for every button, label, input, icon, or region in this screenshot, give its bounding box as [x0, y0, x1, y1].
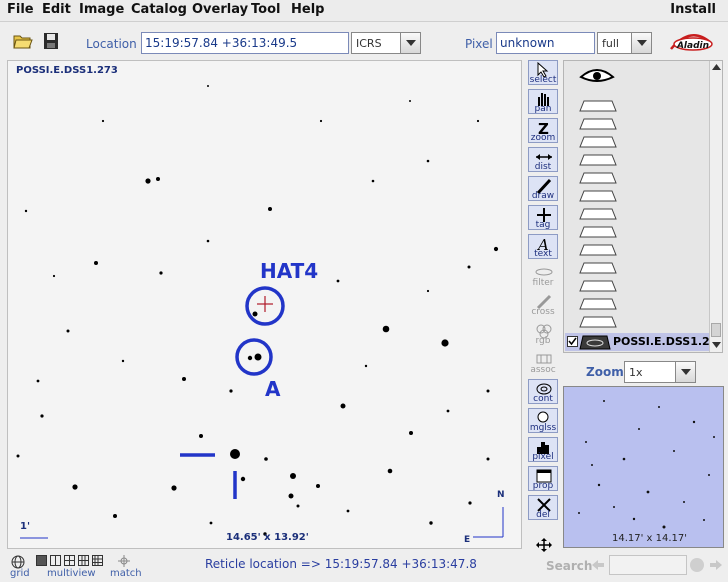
search-input[interactable] — [609, 555, 687, 575]
preview-fov-label: 14.17' x 14.17' — [612, 533, 688, 544]
grid-globe-icon[interactable] — [11, 555, 25, 569]
frame-select[interactable]: ICRS — [351, 32, 421, 54]
search-go-icon[interactable] — [690, 558, 704, 572]
frame-value: ICRS — [356, 37, 382, 50]
del-tool[interactable]: del — [528, 495, 558, 520]
prop-tool[interactable]: prop — [528, 466, 558, 491]
pixel-mode-select[interactable]: full — [597, 32, 652, 54]
filter-tool[interactable]: filter — [528, 263, 558, 288]
chevron-down-icon[interactable] — [675, 362, 695, 382]
compass-east: E — [464, 535, 471, 545]
stack-scrollbar[interactable] — [709, 61, 722, 352]
text-tool[interactable]: A text — [528, 234, 558, 259]
tag-tool[interactable]: tag — [528, 205, 558, 230]
location-label: Location — [86, 37, 137, 51]
open-folder-icon[interactable] — [13, 32, 33, 50]
menu-edit[interactable]: Edit — [42, 2, 71, 17]
pixel-tool[interactable]: pixel — [528, 437, 558, 462]
mglss-tool[interactable]: mglss — [528, 408, 558, 433]
zoom-select[interactable]: 1x — [624, 361, 696, 383]
layer-row-selected[interactable]: POSSI.E.DSS1.27 — [565, 333, 717, 351]
target-marker — [257, 296, 273, 312]
pan-tool[interactable]: pan — [528, 89, 558, 114]
match-icon[interactable] — [117, 555, 131, 568]
menu-file[interactable]: File — [7, 2, 34, 17]
image-view[interactable]: POSSI.E.DSS1.273 HAT4 A N E 1' 14.65' x … — [7, 60, 522, 549]
dist-tool[interactable]: dist — [528, 147, 558, 172]
cross-tool[interactable]: cross — [528, 292, 558, 317]
menu-catalog[interactable]: Catalog — [131, 2, 187, 17]
svg-text:Aladin: Aladin — [676, 41, 709, 51]
menu-overlay[interactable]: Overlay — [192, 2, 248, 17]
pixel-mode-value: full — [602, 37, 619, 50]
search-next-icon[interactable] — [709, 559, 723, 571]
scroll-up-icon[interactable] — [712, 63, 721, 71]
menu-tool[interactable]: Tool — [251, 2, 280, 17]
layer-name: POSSI.E.DSS1.27 — [613, 335, 718, 348]
scale-label: 1' — [20, 521, 31, 532]
menu-help[interactable]: Help — [291, 2, 324, 17]
scroll-thumb[interactable] — [711, 323, 721, 337]
location-input[interactable]: 15:19:57.84 +36:13:49.5 — [141, 32, 349, 54]
preview-stars — [578, 400, 715, 529]
divider-drag-icon[interactable] — [535, 538, 553, 552]
grid-label[interactable]: grid — [10, 568, 30, 579]
zoom-tool[interactable]: Z zoom — [528, 118, 558, 143]
menu-image[interactable]: Image — [79, 2, 124, 17]
zoom-value: 1x — [629, 366, 643, 379]
aladin-logo: Aladin — [670, 34, 713, 51]
tool-panel: select pan Z zoom dist draw tag A text f… — [526, 60, 560, 525]
chevron-down-icon[interactable] — [400, 33, 420, 53]
search-prev-icon[interactable] — [591, 559, 605, 571]
compass — [473, 507, 504, 538]
layer-stack[interactable]: POSSI.E.DSS1.27 — [563, 60, 723, 353]
star-field — [16, 85, 499, 536]
cont-tool[interactable]: cont — [528, 379, 558, 404]
chevron-down-icon[interactable] — [631, 33, 651, 53]
pixel-label: Pixel — [465, 37, 493, 51]
zoom-label: Zoom — [586, 365, 624, 379]
menu-install[interactable]: Install — [670, 2, 716, 17]
layer-slots — [579, 100, 617, 328]
compass-north: N — [497, 490, 505, 500]
multiview-icon[interactable] — [36, 555, 104, 567]
assoc-tool[interactable]: assoc — [528, 350, 558, 375]
fov-label: 14.65' x 13.92' — [226, 532, 309, 543]
galaxy-layer-icon — [579, 335, 611, 350]
location-toolbar: Location 15:19:57.84 +36:13:49.5 ICRS Pi… — [0, 26, 728, 58]
preview-panel[interactable]: 14.17' x 14.17' — [563, 386, 724, 548]
multiview-label[interactable]: multiview — [47, 568, 96, 579]
match-label[interactable]: match — [110, 568, 142, 579]
save-icon[interactable] — [41, 32, 61, 50]
pixel-value-field[interactable]: unknown — [496, 32, 595, 54]
checkbox-checked-icon[interactable] — [567, 336, 578, 347]
scroll-down-icon[interactable] — [712, 341, 721, 349]
reticle-location: Reticle location => 15:19:57.84 +36:13:4… — [205, 557, 477, 571]
select-tool[interactable]: select — [528, 60, 558, 85]
target-label: HAT4 — [260, 259, 319, 283]
sky-image — [16, 85, 504, 539]
rgb-tool[interactable]: rgb — [528, 321, 558, 346]
companion-label: A — [265, 377, 281, 401]
menu-bar: File Edit Image Catalog Overlay Tool Hel… — [0, 0, 728, 22]
search-label: Search — [546, 559, 593, 573]
companion-circle — [235, 338, 273, 376]
survey-label: POSSI.E.DSS1.273 — [16, 65, 118, 76]
draw-tool[interactable]: draw — [528, 176, 558, 201]
